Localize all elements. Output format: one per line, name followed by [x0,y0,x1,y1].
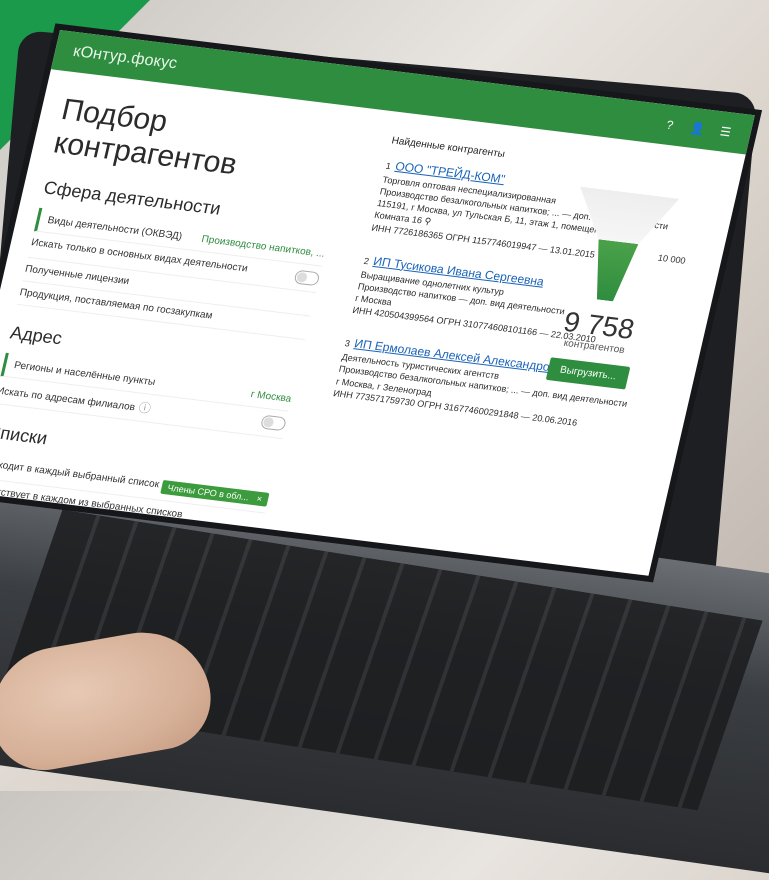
filter-label-text: Искать по адресам филиалов [0,385,137,414]
app-logo[interactable]: кОнтур.фокус [71,43,179,73]
main-content: Подбор контрагентов Сфера деятельности В… [0,69,746,576]
result-number: 2 [362,255,371,266]
funnel-graphic [555,187,679,307]
toggle-switch[interactable] [259,414,287,432]
toggle-switch[interactable] [293,269,321,287]
result-number: 1 [384,160,393,172]
screen: кОнтур.фокус ? 👤 ☰ Подбор контрагентов С… [0,30,755,576]
info-icon: ⓘ [137,400,153,416]
location-pin-icon: ⚲ [423,216,433,227]
page-title: Подбор контрагентов [50,93,241,182]
result-number: 3 [343,338,352,349]
section-activity: Сфера деятельности Виды деятельности (ОК… [16,177,334,341]
filter-value: г Москва [249,389,293,405]
question-icon[interactable]: ? [661,117,678,133]
results-panel: Найденные контрагенты 1 ООО "ТРЕЙД-КОМ" … [299,133,721,575]
menu-icon[interactable]: ☰ [717,124,734,139]
filters-panel: Подбор контрагентов Сфера деятельности В… [0,93,354,537]
chip-label: Члены СРО в обл... [166,482,251,502]
section-address: Адрес Регионы и населённые пункты г Моск… [0,322,301,439]
user-icon[interactable]: 👤 [689,121,707,137]
topbar-actions: ? 👤 ☰ [661,117,734,140]
close-icon[interactable]: × [256,493,263,503]
